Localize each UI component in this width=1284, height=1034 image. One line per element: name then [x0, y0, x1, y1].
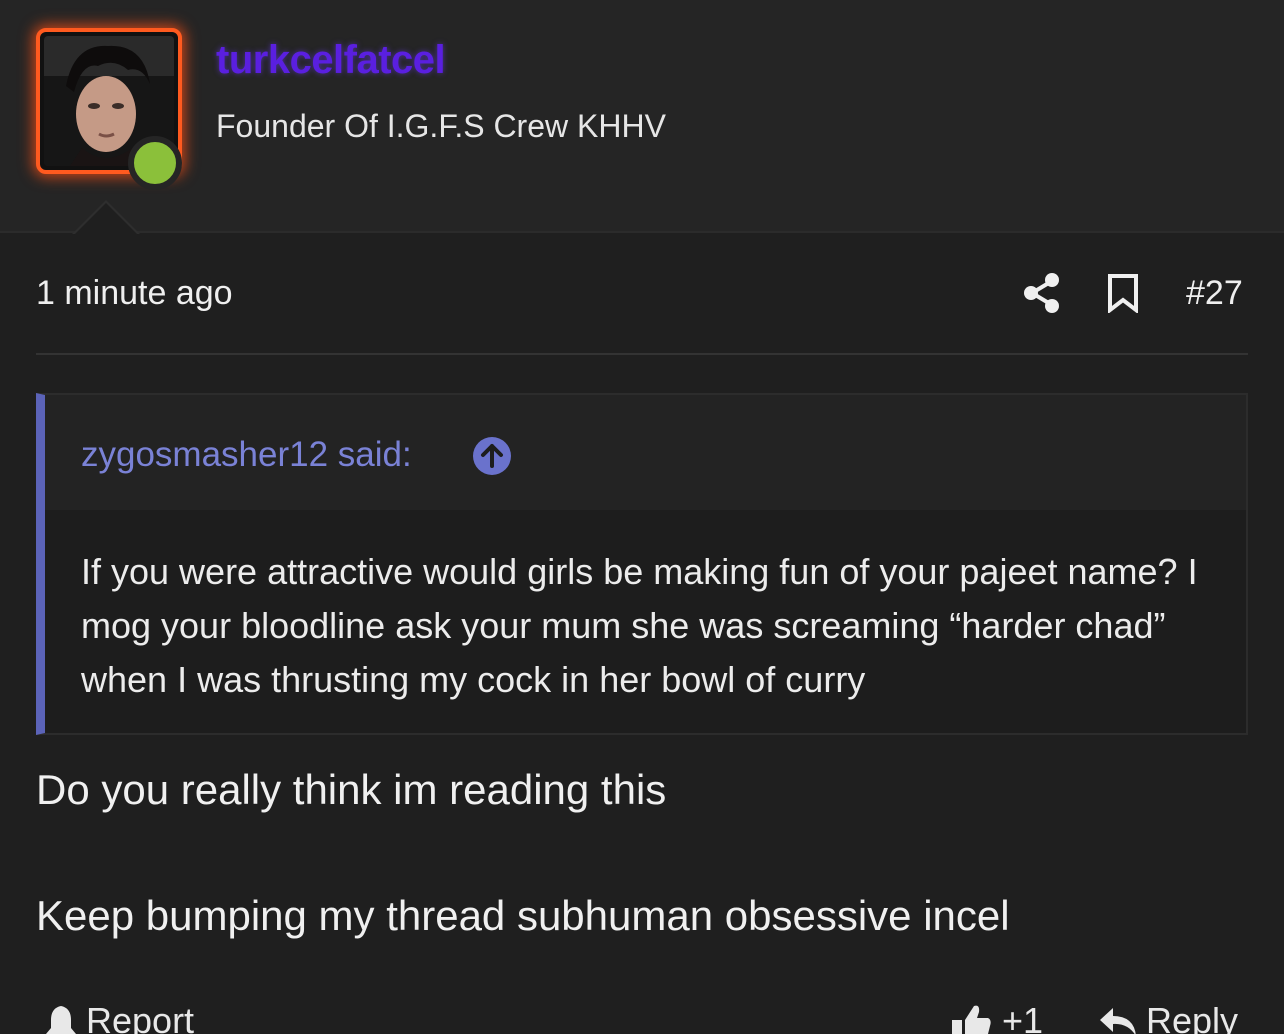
share-button[interactable] [1022, 272, 1062, 314]
arrow-up-icon [481, 444, 503, 468]
reply-label: Reply [1146, 1000, 1239, 1034]
bell-icon [46, 1006, 76, 1034]
like-count: +1 [1002, 1000, 1044, 1034]
quote-text: If you were attractive would girls be ma… [81, 551, 1198, 700]
share-icon [1024, 273, 1059, 313]
report-label: Report [86, 1000, 195, 1034]
avatar-frame[interactable] [36, 28, 182, 190]
message-line: Keep bumping my thread subhuman obsessiv… [36, 892, 1010, 939]
online-status-indicator [128, 136, 182, 190]
bookmark-icon [1108, 274, 1138, 315]
quote-header: zygosmasher12 said: [45, 395, 1246, 510]
thumbs-up-icon [952, 1005, 991, 1034]
post-timestamp[interactable]: 1 minute ago [36, 274, 233, 313]
username[interactable]: turkcelfatcel [216, 38, 446, 83]
post-number-link[interactable]: #27 [1186, 274, 1243, 313]
divider [36, 353, 1248, 355]
quote-author-link[interactable]: zygosmasher12 said: [81, 435, 412, 475]
bookmark-button[interactable] [1106, 273, 1140, 315]
quote-jump-button[interactable] [473, 437, 511, 475]
quote-block: zygosmasher12 said: If you were attracti… [36, 393, 1248, 735]
message-line: Do you really think im reading this [36, 766, 667, 813]
user-title: Founder Of I.G.F.S Crew KHHV [216, 108, 666, 144]
post-user-header: turkcelfatcel Founder Of I.G.F.S Crew KH… [0, 0, 1284, 233]
reply-icon [1100, 1008, 1136, 1034]
header-pointer-inner [74, 203, 138, 235]
